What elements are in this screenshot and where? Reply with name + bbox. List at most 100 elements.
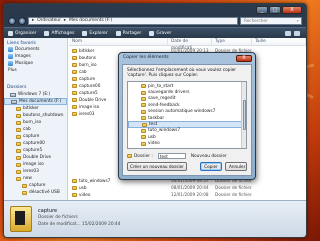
folder-icon (72, 69, 77, 74)
destination-folder-label: sauvegarde drivers (148, 90, 190, 96)
column-type[interactable]: Type (212, 38, 252, 45)
column-size[interactable]: Taille (252, 38, 306, 45)
row-name: capture00 (79, 83, 101, 88)
tree-item[interactable]: boutons_shutdown (4, 112, 67, 119)
tree-item[interactable]: Mes documents (F:) (4, 98, 67, 105)
tree-scrollbar[interactable] (241, 82, 246, 148)
destination-folder-label: taskbar (148, 115, 165, 121)
tree-item-label: burn_iso (23, 120, 42, 125)
row-date: 12/01/2009 20:08 (171, 192, 209, 197)
folder-icon (141, 135, 146, 140)
folder-row: Dossier : test Nouveau dossier (127, 153, 227, 159)
destination-folder-label: send-feedback (148, 102, 180, 108)
organize-label: Organiser (15, 30, 37, 36)
favorite-pictures[interactable]: Images (4, 53, 67, 60)
folder-icon (72, 97, 77, 102)
folder-icon (16, 113, 21, 118)
row-type: Dossier de fichiers (215, 192, 252, 197)
favorite-documents[interactable]: Documents (4, 46, 67, 53)
dialog-body: Sélectionnez l'emplacement où vous voule… (122, 64, 252, 176)
layout-icon[interactable] (285, 30, 291, 36)
breadcrumb-documents[interactable]: Mes documents (F:) (69, 18, 112, 23)
organize-button[interactable]: Organiser (8, 30, 37, 36)
favorite-label: Musique (15, 61, 33, 66)
pictures-icon (8, 54, 13, 59)
views-button[interactable]: Affichages (44, 30, 74, 36)
minimize-button[interactable]: _ (256, 6, 268, 14)
column-name[interactable]: Nom (69, 38, 168, 45)
tree-item[interactable]: Windows 7 (E:) (4, 91, 67, 98)
tree-item[interactable]: capture (4, 133, 67, 140)
destination-folder-label: test (149, 122, 158, 128)
tree-item[interactable]: capture00 (4, 140, 67, 147)
details-modified: Date de modificat... 15/02/2009 20:44 (38, 222, 121, 227)
column-date[interactable]: Date de modificati... (168, 38, 212, 51)
destination-folder[interactable]: video (128, 141, 246, 147)
tree-item[interactable]: burn_iso (4, 119, 67, 126)
row-name-cell: usb (69, 185, 168, 190)
table-row[interactable]: video 12/01/2009 20:08 Dossier de fichiers (69, 191, 306, 198)
destination-folder-label: session automatique windows7 (148, 109, 216, 115)
new-folder-button[interactable]: Créer un nouveau dossier (127, 162, 187, 171)
folder-icon (72, 192, 77, 197)
tree-item[interactable]: capture5 (4, 147, 67, 154)
back-button[interactable]: ‹ (8, 16, 16, 25)
folder-icon (16, 169, 21, 174)
folder-icon (72, 178, 77, 183)
destination-folder-label: save_regedit (148, 96, 176, 102)
tree-item[interactable]: bitlsker (4, 105, 67, 112)
burn-button[interactable]: Graver (149, 30, 171, 36)
tree-item-label: ieres03 (23, 169, 39, 174)
address-bar[interactable]: ▸ Ordinateur ▸ Mes documents (F:) (28, 16, 238, 25)
destination-tree-items: pin_to_start sauvegarde drivers save_reged… (128, 82, 246, 147)
explore-button[interactable]: Explorer (82, 30, 108, 36)
organize-icon (8, 30, 13, 36)
folder-icon (141, 141, 146, 146)
folder-icon (141, 128, 146, 133)
folder-icon (72, 185, 77, 190)
help-icon[interactable] (294, 30, 300, 36)
tree-item[interactable]: cab (4, 126, 67, 133)
favorite-more[interactable]: Plus (4, 67, 67, 74)
tree-item[interactable]: ieres03 (4, 168, 67, 175)
destination-tree[interactable]: pin_to_start sauvegarde drivers save_reged… (127, 81, 247, 149)
copy-button[interactable]: Copier (200, 162, 222, 171)
explore-icon (82, 30, 88, 36)
scrollbar-thumb[interactable] (242, 100, 246, 130)
close-button[interactable]: X (282, 6, 302, 14)
table-row[interactable]: usb 08/01/2009 20:44 Dossier de fichiers (69, 184, 306, 191)
folder-field[interactable]: test (157, 153, 186, 159)
cancel-button[interactable]: Annuler (225, 162, 247, 171)
documents-icon (8, 47, 13, 52)
row-name: image iso (79, 104, 100, 109)
row-name: ieres03 (79, 111, 95, 116)
navigation-pane: Liens favoris Documents Images Musique P… (4, 38, 68, 200)
tree-item[interactable]: image iso (4, 161, 67, 168)
tree-item[interactable]: Double Drive (4, 154, 67, 161)
search-input[interactable]: Rechercher ⌕ (240, 16, 302, 25)
folder-icon (141, 84, 146, 89)
tree-item-label: boutons_shutdown (23, 113, 64, 118)
share-button[interactable]: Partager (115, 30, 142, 36)
tree-item[interactable]: désactivé USB (4, 189, 67, 196)
folder-icon (16, 120, 21, 125)
row-name: cab (79, 69, 87, 74)
folder-icon (72, 55, 77, 60)
folder-icon (16, 148, 21, 153)
maximize-button[interactable]: □ (269, 6, 281, 14)
dialog-title: Copier les éléments (123, 55, 169, 60)
dialog-close-button[interactable]: X (236, 55, 252, 62)
tree-item-label: capture (23, 134, 40, 139)
folders-title[interactable]: Dossiers (4, 82, 67, 91)
forward-button[interactable]: › (18, 16, 26, 25)
share-label: Partager (122, 30, 142, 36)
tree-item[interactable]: capture (4, 182, 67, 189)
folder-icon (141, 90, 146, 95)
tree-item[interactable]: new (4, 175, 67, 182)
folder-icon (142, 122, 147, 127)
tree-item-label: capture00 (23, 141, 45, 146)
row-name: tuto_windows7 (79, 178, 111, 183)
folder-icon (22, 190, 27, 195)
favorite-music[interactable]: Musique (4, 60, 67, 67)
breadcrumb-computer[interactable]: Ordinateur (37, 18, 61, 23)
